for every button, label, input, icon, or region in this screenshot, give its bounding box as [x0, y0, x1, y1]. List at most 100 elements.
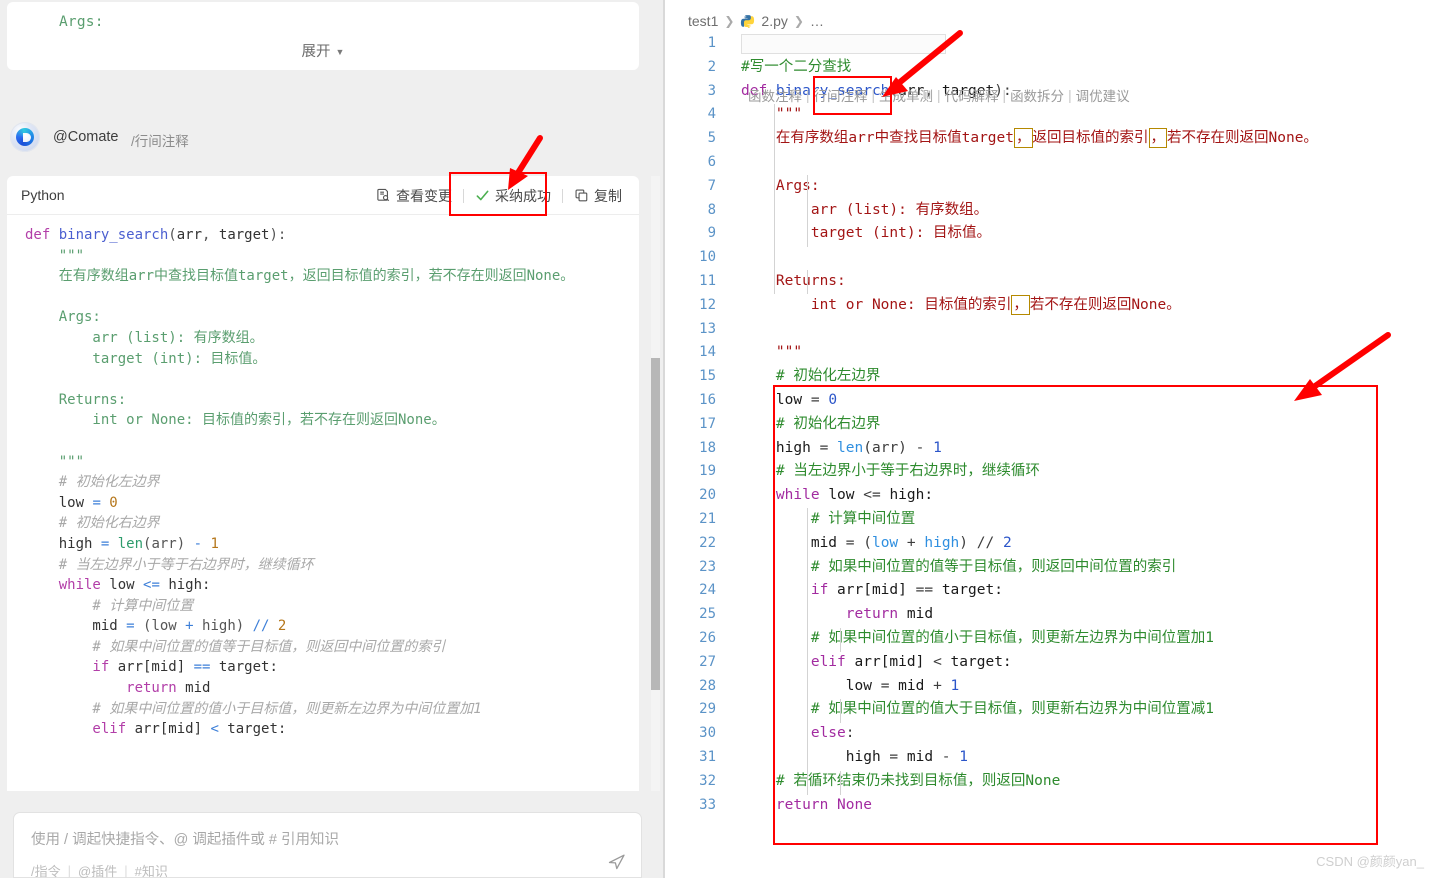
- line-number: 3: [707, 82, 716, 99]
- editor-code-line[interactable]: arr (list): 有序数组。: [741, 199, 1437, 223]
- breadcrumb: test1 ❯ 2.py ❯ …: [688, 13, 824, 29]
- chat-input-placeholder[interactable]: 使用 / 调起快捷指令、@ 调起插件或 # 引用知识: [31, 828, 339, 849]
- breadcrumb-project[interactable]: test1: [688, 13, 718, 29]
- line-number: 1: [707, 35, 716, 51]
- editor-code-line[interactable]: [741, 318, 1437, 342]
- editor-code-line[interactable]: [741, 246, 1437, 270]
- copy-icon: [574, 188, 589, 203]
- line-number: 28: [699, 677, 716, 694]
- codelens-sep-1: |: [806, 87, 810, 103]
- codelens-item-explain-code[interactable]: 代码解释: [945, 85, 999, 105]
- editor-code-line[interactable]: Returns:: [741, 270, 1437, 294]
- line-number: 6: [707, 153, 716, 170]
- editor-code-line[interactable]: if arr[mid] == target:: [741, 579, 1437, 603]
- editor-code-line[interactable]: [741, 151, 1437, 175]
- chat-scrollbar-thumb[interactable]: [651, 358, 660, 690]
- copy-button[interactable]: 复制: [567, 183, 629, 209]
- editor-code-line[interactable]: # 如果中间位置的值小于目标值，则更新左边界为中间位置加1: [741, 627, 1437, 651]
- code-line: # 初始化右边界: [25, 515, 160, 532]
- editor-code-line[interactable]: # 如果中间位置的值大于目标值，则更新右边界为中间位置减1: [741, 698, 1437, 722]
- editor-code-line[interactable]: target (int): 目标值。: [741, 222, 1437, 246]
- editor-code-line[interactable]: # 初始化右边界: [741, 413, 1437, 437]
- hint-command[interactable]: /指令: [31, 861, 61, 878]
- code-line: """: [25, 453, 85, 470]
- code-line: # 如果中间位置的值等于目标值，则返回中间位置的索引: [25, 638, 446, 655]
- code-line: target (int): 目标值。: [25, 350, 267, 367]
- editor-code-line[interactable]: #写一个二分查找: [741, 56, 1437, 80]
- editor-code-line[interactable]: low = 0: [741, 389, 1437, 413]
- indent-guide-6: [840, 628, 841, 652]
- editor-code-line[interactable]: Args:: [741, 175, 1437, 199]
- code-line: while low <= high:: [25, 577, 211, 594]
- codelens-sep-5: |: [1068, 87, 1072, 103]
- collapsed-preview-card: Args: 展开 ▼: [7, 2, 639, 70]
- code-line: int or None: 目标值的索引，若不存在则返回None。: [25, 412, 446, 429]
- code-line: # 如果中间位置的值小于目标值，则更新左边界为中间位置加1: [25, 700, 482, 717]
- line-number: 33: [699, 796, 716, 813]
- editor-code-line[interactable]: # 计算中间位置: [741, 508, 1437, 532]
- highlighted-comma: ，: [1148, 128, 1167, 149]
- indent-guide-7: [840, 699, 841, 723]
- chat-composer[interactable]: 使用 / 调起快捷指令、@ 调起插件或 # 引用知识 /指令 | @插件 | #…: [13, 812, 642, 878]
- editor-code-line[interactable]: int or None: 目标值的索引，若不存在则返回None。: [741, 294, 1437, 318]
- screenshot-root: Args: 展开 ▼ @Comate /行间注释 Python 查看变更 采纳成…: [0, 0, 1437, 878]
- view-changes-button[interactable]: 查看变更: [369, 183, 459, 209]
- editor-code-line[interactable]: # 初始化左边界: [741, 365, 1437, 389]
- accept-button[interactable]: 采纳成功: [468, 183, 558, 209]
- hint-plugin[interactable]: @插件: [78, 861, 117, 878]
- editor-code[interactable]: #写一个二分查找 def binary_search(arr, target): …: [741, 32, 1437, 817]
- editor-code-line[interactable]: while low <= high:: [741, 484, 1437, 508]
- indent-guide-5: [807, 508, 808, 795]
- agent-command-label: /行间注释: [131, 134, 189, 149]
- editor-code-line[interactable]: return None: [741, 794, 1437, 818]
- editor-area[interactable]: 1 2 3 4 5 6 7 8 9 10 11 12 13 14 15 16 17 18 19 20 21 22 23 24 2…: [665, 32, 1437, 878]
- editor-code-line[interactable]: # 若循环结束仍未找到目标值，则返回None: [741, 770, 1437, 794]
- codelens-item-inline-comment[interactable]: 行间注释: [814, 85, 868, 105]
- expand-toggle-button[interactable]: 展开 ▼: [7, 40, 639, 61]
- editor-code-line[interactable]: """: [741, 341, 1437, 365]
- line-number: 13: [699, 320, 716, 337]
- indent-guide-1: [774, 104, 775, 294]
- line-number: 4: [707, 106, 716, 123]
- editor-code-line[interactable]: [741, 32, 1437, 56]
- send-icon[interactable]: [607, 851, 627, 871]
- line-number: 22: [699, 534, 716, 551]
- line-number: 16: [699, 391, 716, 408]
- line-number: 7: [707, 177, 716, 194]
- editor-code-line[interactable]: low = mid + 1: [741, 675, 1437, 699]
- line-number: 29: [699, 701, 716, 718]
- codelens-item-split-function[interactable]: 函数拆分: [1010, 85, 1064, 105]
- editor-code-line[interactable]: 在有序数组arr中查找目标值target，返回目标值的索引，若不存在则返回Non…: [741, 127, 1437, 151]
- line-number: 17: [699, 415, 716, 432]
- composer-hints: /指令 | @插件 | #知识: [31, 861, 168, 878]
- inline-codelens-toolbar[interactable]: 函数注释 | 行间注释 | 生成单测 | 代码解释 | 函数拆分 | 调优建议: [748, 85, 1130, 105]
- code-line: low = 0: [25, 494, 118, 511]
- line-number: 20: [699, 487, 716, 504]
- codelens-item-optimize-advice[interactable]: 调优建议: [1076, 85, 1130, 105]
- chevron-down-icon: ▼: [335, 47, 345, 58]
- editor-code-line[interactable]: else:: [741, 722, 1437, 746]
- breadcrumb-ellipsis[interactable]: …: [810, 13, 824, 29]
- hint-knowledge[interactable]: #知识: [135, 861, 168, 878]
- code-line: def binary_search(arr, target):: [25, 227, 287, 243]
- editor-code-line[interactable]: elif arr[mid] < target:: [741, 651, 1437, 675]
- expand-label: 展开: [301, 44, 331, 60]
- codelens-sep-4: |: [1002, 87, 1007, 103]
- codelens-item-function-comment[interactable]: 函数注释: [748, 85, 802, 105]
- editor-code-line[interactable]: """: [741, 103, 1437, 127]
- code-line: arr (list): 有序数组。: [25, 329, 264, 346]
- editor-code-line[interactable]: high = mid - 1: [741, 746, 1437, 770]
- line-number: 18: [699, 439, 716, 456]
- indent-guide-8: [840, 771, 841, 795]
- line-number: 15: [699, 368, 716, 385]
- breadcrumb-file[interactable]: 2.py: [761, 13, 787, 29]
- hint-divider-1: |: [67, 863, 72, 878]
- editor-code-line[interactable]: # 当左边界小于等于右边界时，继续循环: [741, 460, 1437, 484]
- editor-code-line[interactable]: # 如果中间位置的值等于目标值，则返回中间位置的索引: [741, 556, 1437, 580]
- editor-code-line[interactable]: mid = (low + high) // 2: [741, 532, 1437, 556]
- code-line: elif arr[mid] < target:: [25, 721, 287, 738]
- editor-code-line[interactable]: return mid: [741, 603, 1437, 627]
- editor-code-line[interactable]: high = len(arr) - 1: [741, 437, 1437, 461]
- codelens-item-generate-unittest[interactable]: 生成单测: [879, 85, 933, 105]
